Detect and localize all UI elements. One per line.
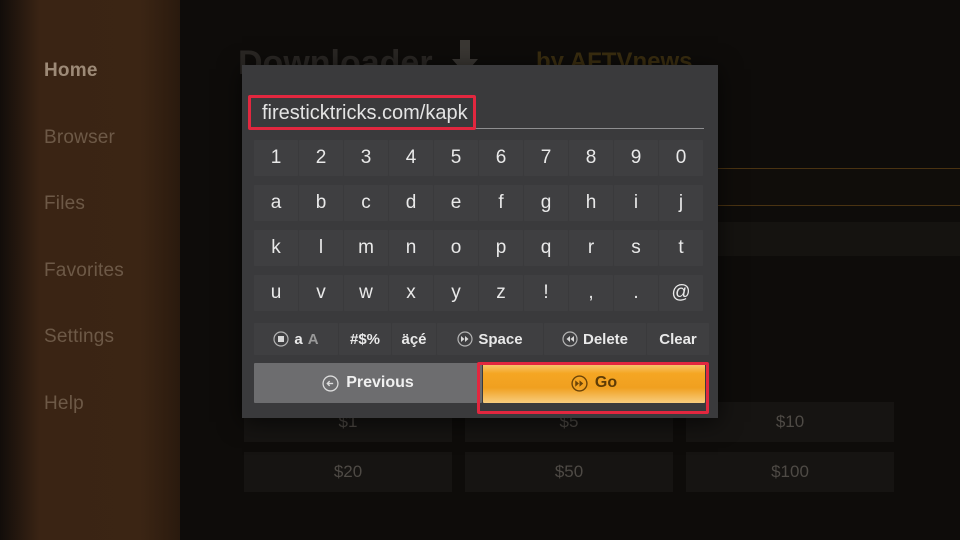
key-3[interactable]: 3: [344, 140, 388, 176]
key-case-label-upper: A: [307, 330, 319, 348]
fast-forward-circle-icon: [571, 374, 588, 392]
key-space-label: Space: [478, 330, 523, 348]
key-h[interactable]: h: [569, 185, 613, 221]
sidebar-item-favorites[interactable]: Favorites: [44, 260, 124, 282]
key-d[interactable]: d: [389, 185, 433, 221]
sidebar-item-browser[interactable]: Browser: [44, 127, 115, 149]
url-input-field[interactable]: firesticktricks.com/kapk: [256, 99, 704, 131]
key-c[interactable]: c: [344, 185, 388, 221]
rewind-circle-icon: [562, 331, 578, 347]
key-6[interactable]: 6: [479, 140, 523, 176]
sidebar-item-settings[interactable]: Settings: [44, 326, 114, 348]
key-5[interactable]: 5: [434, 140, 478, 176]
key-4[interactable]: 4: [389, 140, 433, 176]
key-o[interactable]: o: [434, 230, 478, 266]
key-r[interactable]: r: [569, 230, 613, 266]
keyboard-row-alpha-3: u v w x y z ! , . @: [254, 275, 704, 311]
keyboard-row-functions: aA #$% äçé Space Delete Clear: [254, 323, 710, 355]
sidebar-item-home[interactable]: Home: [44, 60, 98, 82]
previous-button[interactable]: Previous: [254, 363, 482, 403]
key-w[interactable]: w: [344, 275, 388, 311]
key-a[interactable]: a: [254, 185, 298, 221]
keyboard-row-digits: 1 2 3 4 5 6 7 8 9 0: [254, 140, 704, 176]
key-y[interactable]: y: [434, 275, 478, 311]
key-delete-label: Delete: [582, 330, 629, 348]
key-clear[interactable]: Clear: [647, 323, 709, 355]
key-7[interactable]: 7: [524, 140, 568, 176]
fast-forward-circle-icon: [457, 331, 473, 347]
key-m[interactable]: m: [344, 230, 388, 266]
onscreen-keyboard-dialog: firesticktricks.com/kapk 1 2 3 4 5 6 7 8…: [242, 65, 718, 418]
key-space[interactable]: Space: [437, 323, 543, 355]
downloader-app-screen: Home Browser Files Favorites Settings He…: [0, 0, 960, 540]
key-9[interactable]: 9: [614, 140, 658, 176]
go-button-label: Go: [594, 374, 618, 391]
key-comma[interactable]: ,: [569, 275, 613, 311]
key-accents[interactable]: äçé: [392, 323, 436, 355]
key-delete[interactable]: Delete: [544, 323, 646, 355]
previous-button-label: Previous: [346, 374, 414, 391]
donation-button-20[interactable]: $20: [244, 452, 452, 492]
go-button[interactable]: Go: [483, 363, 705, 403]
key-1[interactable]: 1: [254, 140, 298, 176]
key-p[interactable]: p: [479, 230, 523, 266]
stop-circle-icon: [273, 331, 290, 347]
keyboard-row-alpha-1: a b c d e f g h i j: [254, 185, 704, 221]
key-i[interactable]: i: [614, 185, 658, 221]
key-0[interactable]: 0: [659, 140, 703, 176]
key-v[interactable]: v: [299, 275, 343, 311]
key-k[interactable]: k: [254, 230, 298, 266]
key-n[interactable]: n: [389, 230, 433, 266]
donation-button-100[interactable]: $100: [686, 452, 894, 492]
key-t[interactable]: t: [659, 230, 703, 266]
key-q[interactable]: q: [524, 230, 568, 266]
key-8[interactable]: 8: [569, 140, 613, 176]
key-g[interactable]: g: [524, 185, 568, 221]
sidebar-item-files[interactable]: Files: [44, 193, 85, 215]
url-input-underline: [256, 128, 704, 129]
donation-button-50[interactable]: $50: [465, 452, 673, 492]
key-f[interactable]: f: [479, 185, 523, 221]
key-j[interactable]: j: [659, 185, 703, 221]
key-s[interactable]: s: [614, 230, 658, 266]
key-e[interactable]: e: [434, 185, 478, 221]
key-at[interactable]: @: [659, 275, 703, 311]
key-z[interactable]: z: [479, 275, 523, 311]
key-case-toggle[interactable]: aA: [254, 323, 338, 355]
key-period[interactable]: .: [614, 275, 658, 311]
sidebar-item-help[interactable]: Help: [44, 393, 84, 415]
keyboard-row-alpha-2: k l m n o p q r s t: [254, 230, 704, 266]
key-case-label-lower: a: [294, 330, 303, 348]
key-symbols[interactable]: #$%: [339, 323, 391, 355]
key-l[interactable]: l: [299, 230, 343, 266]
key-x[interactable]: x: [389, 275, 433, 311]
keyboard-row-nav: Previous Go: [254, 363, 706, 403]
url-input-value: firesticktricks.com/kapk: [262, 102, 468, 124]
key-u[interactable]: u: [254, 275, 298, 311]
sidebar: Home Browser Files Favorites Settings He…: [0, 0, 180, 540]
key-2[interactable]: 2: [299, 140, 343, 176]
key-exclaim[interactable]: !: [524, 275, 568, 311]
key-b[interactable]: b: [299, 185, 343, 221]
back-circle-icon: [322, 374, 339, 392]
